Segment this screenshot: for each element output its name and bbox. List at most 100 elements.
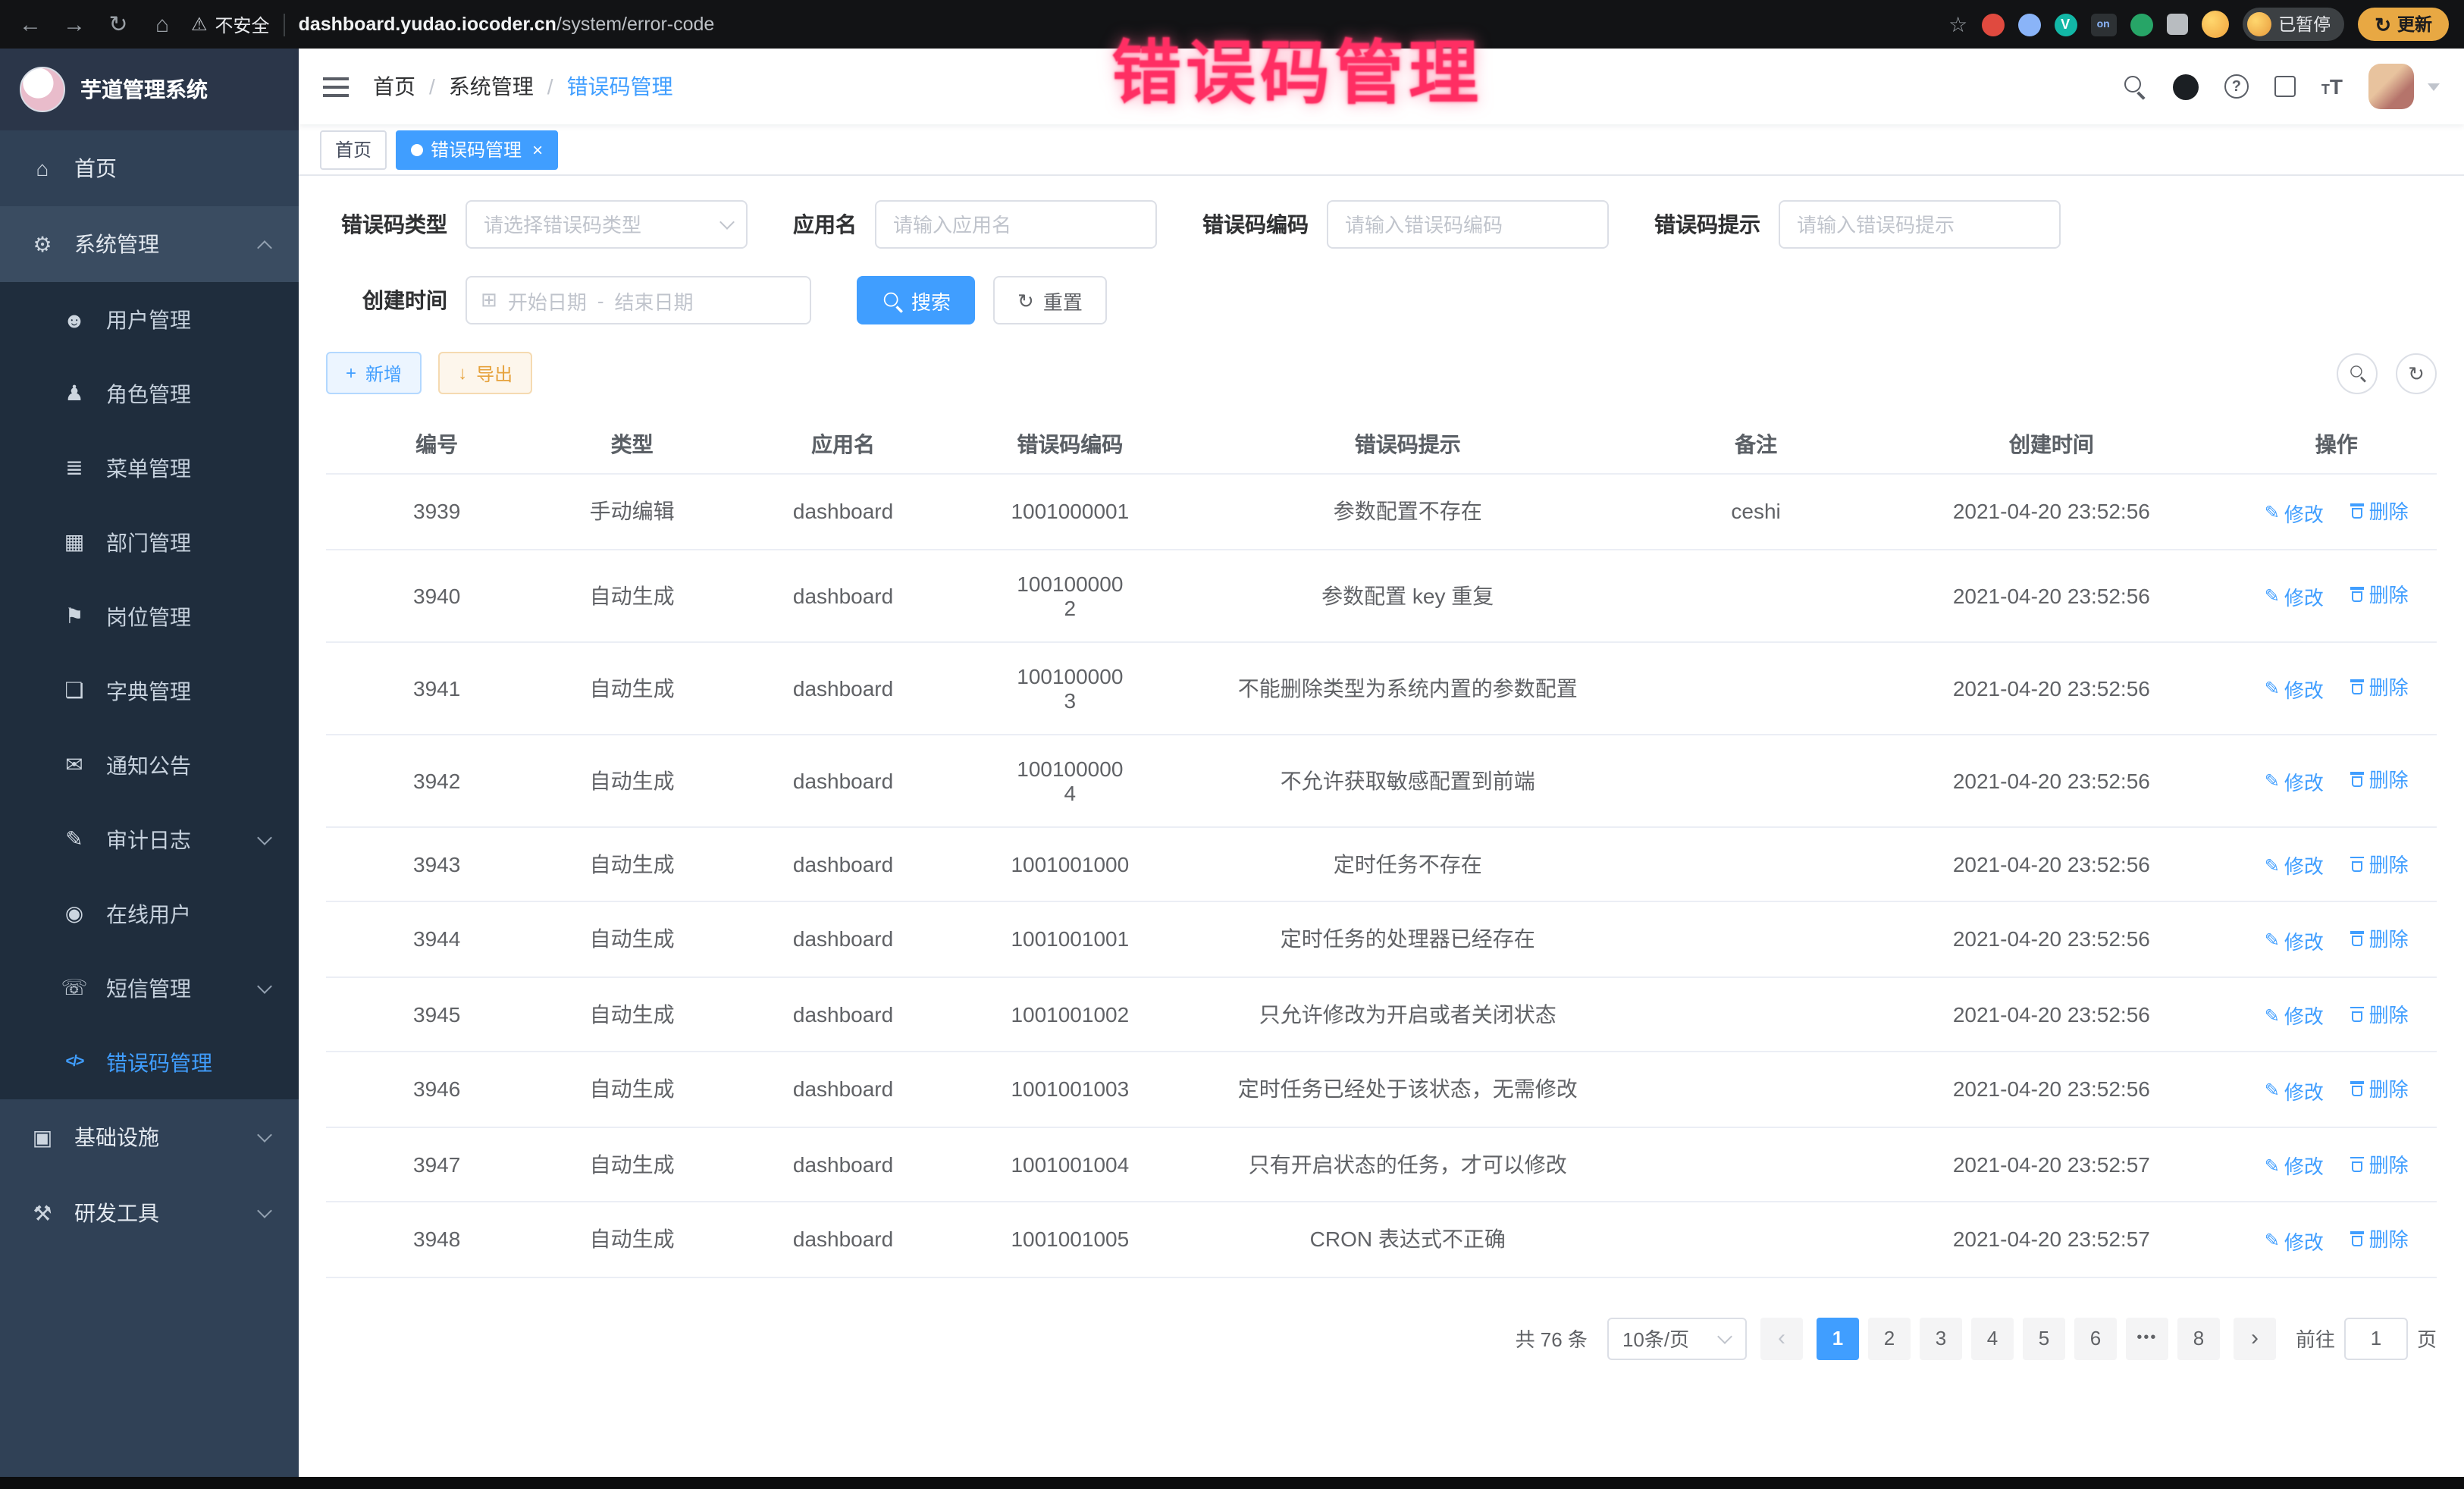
extension-icon-green[interactable] [2130,13,2152,36]
sidebar-item-notices[interactable]: ✉ 通知公告 [0,728,299,802]
page-size-select[interactable]: 10条/页 [1607,1317,1747,1359]
github-icon[interactable] [2173,74,2199,99]
sidebar-item-posts[interactable]: ⚑ 岗位管理 [0,579,299,654]
pagination-more-button[interactable]: ••• [2126,1317,2168,1359]
search-button[interactable]: 搜索 [857,276,975,324]
pagination-page-button[interactable]: 2 [1868,1317,1911,1359]
header-type: 类型 [547,415,716,474]
table-refresh-button[interactable]: ↻ [2396,353,2437,393]
table-search-toggle-button[interactable] [2337,353,2378,393]
browser-profile-avatar[interactable] [2201,11,2228,38]
pagination-page-button[interactable]: 6 [2074,1317,2117,1359]
breadcrumb-current: 错误码管理 [567,71,673,102]
delete-button[interactable]: 删除 [2351,1224,2409,1252]
extension-icon-red[interactable] [1981,13,2004,36]
edit-button[interactable]: ✎ 修改 [2265,767,2324,796]
tag-home[interactable]: 首页 [320,130,387,169]
pagination-page-button[interactable]: 3 [1920,1317,1962,1359]
address-bar[interactable]: dashboard.yudao.iocoder.cn/system/error-… [299,14,715,35]
pagination-prev-button[interactable]: ‹ [1760,1317,1803,1359]
browser-update-button[interactable]: ↻ 更新 [2358,8,2449,41]
extension-icon-on[interactable]: on [2090,13,2116,36]
delete-button[interactable]: 删除 [2351,1074,2409,1102]
sidebar-item-devtools[interactable]: ⚒ 研发工具 [0,1175,299,1251]
extensions-puzzle-icon[interactable] [2166,14,2187,35]
edit-button[interactable]: ✎ 修改 [2265,582,2324,611]
sidebar-item-infrastructure[interactable]: ▣ 基础设施 [0,1099,299,1175]
breadcrumb-home[interactable]: 首页 [373,71,415,102]
edit-button[interactable]: ✎ 修改 [2265,1151,2324,1180]
delete-button[interactable]: 删除 [2351,672,2409,701]
export-button[interactable]: ↓ 导出 [438,352,532,394]
delete-button[interactable]: 删除 [2351,998,2409,1027]
add-button[interactable]: + 新增 [326,352,422,394]
delete-button[interactable]: 删除 [2351,848,2409,877]
app-name-input[interactable] [875,200,1157,249]
help-icon[interactable] [2224,74,2249,99]
browser-home-icon[interactable]: ⌂ [147,13,177,36]
role-icon: ♟ [61,381,88,406]
tag-label: 首页 [335,136,371,162]
sidebar-item-home[interactable]: ⌂ 首页 [0,130,299,206]
sidebar-item-label: 研发工具 [74,1198,159,1228]
error-code-input[interactable] [1327,200,1609,249]
security-chip[interactable]: ⚠ 不安全 [191,11,270,37]
dashboard-icon: ⌂ [29,156,56,180]
pagination-page-button[interactable]: 5 [2023,1317,2065,1359]
edit-icon: ✎ [2265,1080,2280,1101]
pagination-page-button[interactable]: 1 [1817,1317,1859,1359]
cell-id: 3940 [326,549,547,641]
pagination-next-button[interactable]: › [2234,1317,2276,1359]
error-code-type-select[interactable] [466,200,748,249]
delete-button[interactable]: 删除 [2351,496,2409,525]
cell-remark [1645,1127,1867,1202]
avatar-caret-down-icon[interactable] [2428,83,2440,90]
browser-forward-icon[interactable]: → [59,13,89,36]
sidebar-item-error-codes[interactable]: </> 错误码管理 [0,1025,299,1099]
tag-error-codes[interactable]: 错误码管理 × [396,130,558,169]
edit-button[interactable]: ✎ 修改 [2265,675,2324,704]
sidebar-item-sms[interactable]: ☏ 短信管理 [0,951,299,1025]
breadcrumb-system[interactable]: 系统管理 [449,71,534,102]
edit-icon: ✎ [2265,679,2280,700]
sidebar-item-departments[interactable]: ▦ 部门管理 [0,505,299,579]
sidebar-item-audit-log[interactable]: ✎ 审计日志 [0,802,299,876]
user-avatar[interactable] [2368,64,2414,109]
delete-button[interactable]: 删除 [2351,923,2409,952]
tag-close-icon[interactable]: × [532,140,543,158]
error-message-input[interactable] [1779,200,2061,249]
edit-button[interactable]: ✎ 修改 [2265,498,2324,527]
extension-icon-v[interactable]: V [2054,13,2077,36]
edit-button[interactable]: ✎ 修改 [2265,1076,2324,1105]
sidebar-item-roles[interactable]: ♟ 角色管理 [0,356,299,431]
edit-button[interactable]: ✎ 修改 [2265,1226,2324,1255]
sidebar-item-online-users[interactable]: ◉ 在线用户 [0,876,299,951]
delete-button[interactable]: 删除 [2351,1149,2409,1177]
profile-paused-badge[interactable]: 已暂停 [2242,8,2344,41]
bookmark-star-icon[interactable]: ☆ [1948,11,1967,37]
date-range-picker[interactable]: ⊞ 开始日期 - 结束日期 [466,276,811,324]
edit-button[interactable]: ✎ 修改 [2265,926,2324,955]
delete-button[interactable]: 删除 [2351,765,2409,794]
sidebar-item-system[interactable]: ⚙ 系统管理 [0,206,299,282]
cell-operations: ✎ 修改 删除 [2236,901,2437,976]
font-size-icon[interactable] [2321,76,2343,97]
pagination-page-button[interactable]: 8 [2177,1317,2220,1359]
edit-button[interactable]: ✎ 修改 [2265,851,2324,879]
sidebar-item-users[interactable]: ☻ 用户管理 [0,282,299,356]
goto-page-input[interactable] [2344,1317,2408,1359]
reset-button[interactable]: ↻ 重置 [993,276,1107,324]
edit-button[interactable]: ✎ 修改 [2265,1001,2324,1030]
sidebar-item-menus[interactable]: ≣ 菜单管理 [0,431,299,505]
cell-code: 1001001002 [970,976,1170,1052]
fullscreen-icon[interactable] [2274,76,2296,97]
sidebar-item-dictionary[interactable]: ❏ 字典管理 [0,654,299,728]
extension-icon-blue[interactable] [2017,13,2040,36]
delete-button[interactable]: 删除 [2351,580,2409,609]
hamburger-icon[interactable] [323,77,349,96]
search-icon[interactable] [2123,74,2147,99]
filter-code-group: 错误码编码 [1202,200,1609,249]
browser-reload-icon[interactable]: ↻ [103,13,133,36]
pagination-page-button[interactable]: 4 [1971,1317,2014,1359]
browser-back-icon[interactable]: ← [15,13,45,36]
